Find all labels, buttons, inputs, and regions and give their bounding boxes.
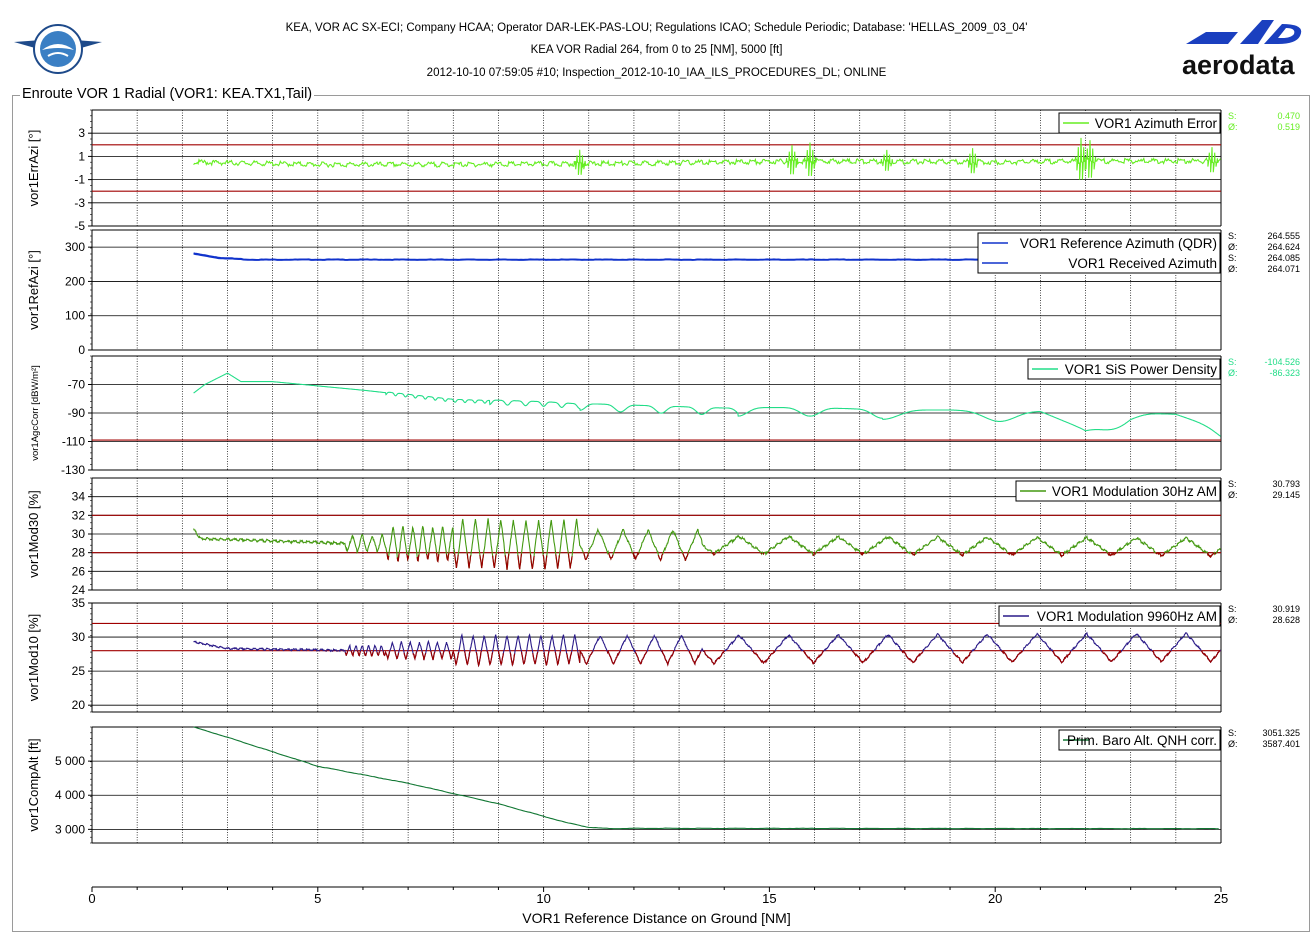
y-tick-label: -90 (68, 406, 86, 420)
y-tick-label: 3 (78, 126, 85, 140)
stat-key: S: (1228, 604, 1237, 614)
y-tick-label: -3 (74, 196, 85, 210)
stat-key: S: (1228, 253, 1237, 263)
x-tick-label: 25 (1214, 891, 1228, 906)
chart-area: vor1ErrAzi [°] 3 1 -1 -3 -5 VOR1 Azimuth Error… (26, 109, 1300, 926)
legend-label: VOR1 Azimuth Error (1095, 116, 1218, 131)
legend-label: VOR1 SiS Power Density (1065, 362, 1218, 377)
y-tick-label: 24 (72, 583, 86, 597)
series-line-sis-0 (193, 372, 1221, 437)
legend-label: VOR1 Modulation 30Hz AM (1052, 484, 1217, 499)
y-axis-label-azi: vor1ErrAzi [°] (26, 130, 41, 207)
y-tick-label: 34 (72, 490, 86, 504)
y-tick-label: 30 (72, 630, 86, 644)
y-tick-label: -70 (68, 378, 86, 392)
y-tick-label: 35 (72, 596, 86, 610)
stat-key: Ø: (1228, 368, 1238, 378)
stat-value: -104.526 (1264, 357, 1300, 367)
series-line-mod9960-0 (193, 631, 1222, 668)
stat-key: Ø: (1228, 122, 1238, 132)
panel-mod30: vor1Mod30 [%] 34 32 30 28 26 24 VOR1 Modulation… (26, 477, 1300, 597)
stat-value: 0.519 (1277, 122, 1300, 132)
panel-alt: vor1CompAlt [ft] 5 000 4 000 3 000 Prim. Bar… (26, 726, 1300, 844)
y-axis-label-ref: vor1RefAzi [°] (26, 250, 41, 330)
stat-value: 3051.325 (1262, 728, 1300, 738)
y-tick-label: 25 (72, 664, 86, 678)
y-tick-label: 200 (65, 274, 85, 288)
y-tick-label: 300 (65, 240, 85, 254)
stat-key: S: (1228, 111, 1237, 121)
series-line-mod30-0 (193, 518, 1221, 570)
stat-value: 30.793 (1272, 479, 1300, 489)
stat-value: 264.071 (1267, 264, 1300, 274)
stat-value: 28.628 (1272, 615, 1300, 625)
y-tick-label: -1 (74, 173, 85, 187)
x-tick-label: 5 (314, 891, 321, 906)
stat-value: -86.323 (1269, 368, 1300, 378)
stat-key: Ø: (1228, 264, 1238, 274)
stat-key: Ø: (1228, 739, 1238, 749)
stat-value: 29.145 (1272, 490, 1300, 500)
legend-label: VOR1 Received Azimuth (1068, 256, 1217, 271)
panel-mod9960: vor1Mod10 [%] 35 30 25 20 VOR1 Modulation 996… (26, 596, 1300, 713)
y-tick-label: 32 (72, 508, 86, 522)
y-tick-label: -130 (61, 463, 85, 477)
stat-key: S: (1228, 479, 1237, 489)
panel-ref: vor1RefAzi [°] 300 200 100 0 VOR1 Reference A… (26, 229, 1300, 357)
x-tick-label: 10 (536, 891, 550, 906)
y-axis-label-sis: vor1AgcCorr [dBW/m²] (30, 365, 41, 461)
y-axis-label-mod9960: vor1Mod10 [%] (26, 614, 41, 701)
stat-key: Ø: (1228, 490, 1238, 500)
y-tick-label: 28 (72, 546, 86, 560)
stat-value: 264.085 (1267, 253, 1300, 263)
x-tick-label: 0 (88, 891, 95, 906)
y-tick-label: 3 000 (55, 822, 85, 836)
stat-key: S: (1228, 728, 1237, 738)
legend-label: VOR1 Modulation 9960Hz AM (1037, 609, 1217, 624)
y-tick-label: 30 (72, 527, 86, 541)
stat-value: 264.555 (1267, 231, 1300, 241)
series-below-limit-mod30 (386, 551, 1216, 570)
y-tick-label: 4 000 (55, 788, 85, 802)
stat-key: Ø: (1228, 615, 1238, 625)
x-axis-label: VOR1 Reference Distance on Ground [NM] (522, 910, 790, 926)
y-tick-label: -110 (62, 435, 85, 449)
stat-value: 264.624 (1267, 242, 1300, 252)
stat-key: S: (1228, 357, 1237, 367)
stat-key: Ø: (1228, 242, 1238, 252)
stat-value: 3587.401 (1262, 739, 1300, 749)
panel-azi: vor1ErrAzi [°] 3 1 -1 -3 -5 VOR1 Azimuth Error… (26, 109, 1300, 233)
legend-label: VOR1 Reference Azimuth (QDR) (1020, 236, 1217, 251)
y-tick-label: -5 (74, 219, 85, 233)
legend-label: Prim. Baro Alt. QNH corr. (1067, 733, 1217, 748)
stat-value: 0.470 (1277, 111, 1300, 121)
y-tick-label: 26 (72, 564, 86, 578)
series-line-azi-0 (193, 137, 1221, 180)
stat-value: 30.919 (1272, 604, 1300, 614)
stat-key: S: (1228, 231, 1237, 241)
x-tick-label: 15 (762, 891, 776, 906)
y-axis-label-alt: vor1CompAlt [ft] (26, 738, 41, 831)
y-tick-label: 20 (72, 698, 86, 712)
x-tick-label: 20 (988, 891, 1002, 906)
y-tick-label: 5 000 (55, 754, 85, 768)
panel-sis: vor1AgcCorr [dBW/m²] -70 -90 -110 -130 VOR1 S… (30, 355, 1300, 477)
y-axis-label-mod30: vor1Mod30 [%] (26, 490, 41, 577)
y-tick-label: 100 (65, 309, 85, 323)
y-tick-label: 1 (78, 149, 85, 163)
y-tick-label: 0 (78, 343, 85, 357)
